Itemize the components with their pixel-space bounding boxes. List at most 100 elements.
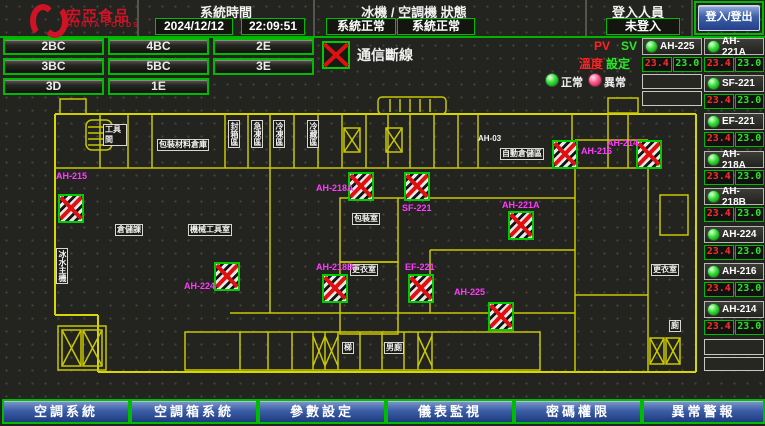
unit-values-ah221a: 23.4 23.0 [704,57,764,72]
marker-label-ah218a: AH-218A [316,183,354,193]
logo-subtext: HUNYA FOODS [67,22,140,29]
unit-led-icon [707,228,720,241]
marker-label-ef221: EF-221 [405,262,435,272]
unit-row-ah224[interactable]: AH-224 [704,226,764,243]
unit-values-ah218b: 23.4 23.0 [704,207,764,222]
room-label-stairs: 梯 [342,342,354,354]
sv-label: SV [621,39,637,53]
ahu-offline-icon-ah215[interactable] [58,194,84,223]
sv-value: 23.0 [735,207,765,222]
login-button-frame: 登入/登出 [694,1,764,35]
abnormal-led-icon [588,73,602,87]
unit-led-icon [645,40,658,53]
marker-label-ah218b: AH-218B [316,262,354,272]
unit-values-ah218a: 23.4 23.0 [704,170,764,185]
comm-loss-label: 通信斷線 [357,45,413,65]
unit-led-icon [707,265,720,278]
empty-slot [642,74,702,89]
pv-value: 23.4 [642,57,672,72]
unit-led-icon [707,115,720,128]
ahu-offline-icon-ah214[interactable] [636,140,662,169]
unit-values-ah225: 23.4 23.0 [642,57,702,72]
room-label-packing-material: 包裝材料倉庫 [157,139,209,151]
unit-row-sf221[interactable]: SF-221 [704,75,764,92]
unit-name-label: EF-221 [722,116,755,127]
chiller-status-value: 系統正常 [326,18,396,35]
pv-value: 23.4 [704,170,734,185]
unit-led-icon [707,77,720,90]
unit-led-icon [707,190,720,203]
floor-button-3e[interactable]: 3E [213,58,314,75]
login-user-value: 未登入 [606,18,680,35]
floor-button-4bc[interactable]: 4BC [108,38,209,55]
room-label-tool-room: 工具間 [103,124,127,146]
ahu-status-value: 系統正常 [397,18,475,35]
comm-loss-icon [322,41,350,69]
logo-icon-2 [42,4,68,38]
unit-row-ah225[interactable]: AH-225 [642,38,702,55]
unit-row-ah218b[interactable]: AH-218B [704,188,764,205]
nav-button-ac-system[interactable]: 空調系統 [2,399,130,424]
unit-row-ef221[interactable]: EF-221 [704,113,764,130]
pv-value: 23.4 [704,132,734,147]
room-label-freezer: 冷凍區 [273,120,285,148]
scada-screen: 宏亞食品 HUNYA FOODS 系統時間 2024/12/12 22:09:5… [0,0,765,426]
ahu-offline-icon-ah221a[interactable] [508,211,534,240]
floor-button-5bc[interactable]: 5BC [108,58,209,75]
room-label-cold-storage: 冷藏區 [307,120,319,148]
ahu-offline-icon-sf221[interactable] [404,172,430,201]
nav-button-alarm[interactable]: 異常警報 [642,399,765,424]
sv-value: 23.0 [735,57,765,72]
marker-label-ah224: AH-224 [184,281,215,291]
normal-led-icon [545,73,559,87]
sv-value: 23.0 [735,94,765,109]
marker-label-ah225: AH-225 [454,287,485,297]
floor-button-3bc[interactable]: 3BC [3,58,104,75]
pv-value: 23.4 [704,282,734,297]
room-label-mens-toilet: 男廁 [384,342,404,354]
header-divider [313,0,315,36]
unit-name-label: AH-218A [722,149,763,171]
nav-button-password-auth[interactable]: 密碼權限 [514,399,642,424]
unit-name-label: AH-216 [722,266,756,277]
room-label-chiller-plant: 冰水主機 [56,248,68,284]
header-divider [691,0,693,36]
room-label-toilet: 廁 [669,320,681,332]
ahu-offline-icon-ah224[interactable] [214,262,240,291]
nav-button-meter-monitor[interactable]: 儀表監視 [386,399,514,424]
nav-button-parameter-setting[interactable]: 參數設定 [258,399,386,424]
marker-label-ah221a: AH-221A [502,200,540,210]
system-clock-value: 22:09:51 [241,18,305,35]
unit-led-icon [707,153,720,166]
ahu-offline-icon-ah216[interactable] [552,140,578,169]
ahu-offline-icon-ef221[interactable] [408,274,434,303]
pv-value: 23.4 [704,94,734,109]
unit-name-label: AH-218B [722,186,763,208]
floor-button-2e[interactable]: 2E [213,38,314,55]
empty-slot [704,339,764,355]
room-label-auto-warehouse: 自動倉儲區 [500,148,544,160]
room-label-ah03: AH-03 [477,134,502,144]
empty-slot [704,357,764,371]
unit-values-ah216: 23.4 23.0 [704,282,764,297]
room-label-sealing-area: 封箱區 [228,120,240,148]
unit-row-ah214[interactable]: AH-214 [704,301,764,318]
ahu-offline-icon-ah225[interactable] [488,302,514,331]
floor-button-3d[interactable]: 3D [3,78,104,95]
unit-name-label: AH-224 [722,229,756,240]
unit-row-ah221a[interactable]: AH-221A [704,38,764,55]
unit-row-ah218a[interactable]: AH-218A [704,151,764,168]
unit-name-label: AH-221A [722,36,763,58]
floor-button-1e[interactable]: 1E [108,78,209,95]
floor-button-2bc[interactable]: 2BC [3,38,104,55]
pv-value: 23.4 [704,57,734,72]
unit-row-ah216[interactable]: AH-216 [704,263,764,280]
sv-value: 23.0 [735,320,765,335]
ahu-offline-icon-ah218b[interactable] [322,274,348,303]
empty-slot [642,91,702,106]
nav-button-ahu-system[interactable]: 空調箱系統 [130,399,258,424]
header-divider [137,0,139,36]
login-logout-button[interactable]: 登入/登出 [698,5,760,31]
unit-led-icon [707,40,720,53]
temp-set-sv-label: 設定 [606,55,630,72]
